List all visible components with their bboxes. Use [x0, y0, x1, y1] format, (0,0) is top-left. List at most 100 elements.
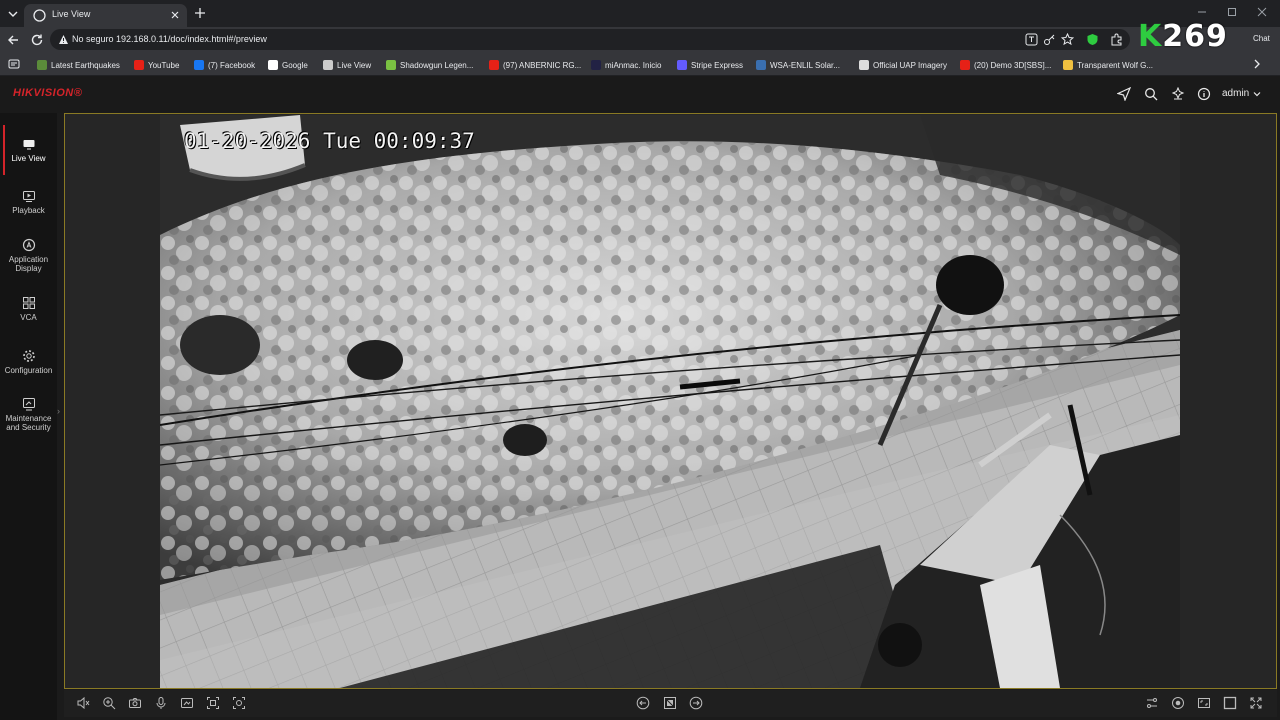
bookmark-favicon-icon	[194, 60, 204, 70]
live-view-window[interactable]: 01-20-2026 Tue 00:09:37	[64, 113, 1277, 689]
nav-item-playback[interactable]: Playback	[0, 189, 57, 215]
microphone-icon[interactable]	[154, 696, 168, 710]
password-key-icon[interactable]	[1043, 33, 1056, 46]
bookmarks-bar: Latest Earthquakes YouTube (7) Facebook …	[0, 52, 1280, 76]
tab-title: Live View	[52, 9, 91, 19]
more-bookmarks-chevron-icon[interactable]	[1252, 58, 1262, 70]
side-navigation: Live View Playback Application Display V…	[0, 113, 57, 720]
close-tab-icon[interactable]	[169, 9, 181, 21]
bookmark-item[interactable]: Official UAP Imagery	[859, 58, 947, 72]
security-label: No seguro	[72, 34, 114, 44]
nav-label: Live View	[11, 154, 46, 163]
hikvision-logo: HIKVISION®	[13, 87, 83, 99]
nav-label: Application Display	[8, 255, 49, 273]
new-tab-icon[interactable]	[193, 6, 207, 20]
bookmark-item[interactable]: WSA-ENLIL Solar...	[756, 58, 840, 72]
record-video-icon[interactable]	[180, 696, 194, 710]
tab-favicon-icon	[33, 9, 46, 22]
search-icon[interactable]	[1144, 87, 1158, 101]
bookmark-item[interactable]: (7) Facebook	[194, 58, 255, 72]
bookmark-item[interactable]: Latest Earthquakes	[37, 58, 120, 72]
browser-toolbar: No seguro 192.168.0.11/doc/index.html#/p…	[0, 27, 1280, 52]
stream-settings-icon[interactable]	[1145, 696, 1159, 710]
bookmark-item[interactable]: Live View	[323, 58, 371, 72]
next-arrow-icon[interactable]	[689, 696, 703, 710]
mute-speaker-icon[interactable]	[76, 696, 90, 710]
nav-label: Playback	[12, 206, 45, 215]
bookmark-item[interactable]: Google	[268, 58, 308, 72]
bookmark-favicon-icon	[323, 60, 333, 70]
bookmark-item[interactable]: Transparent Wolf G...	[1063, 58, 1153, 72]
regional-focus-icon[interactable]	[206, 696, 220, 710]
channel-watermark: K269	[1138, 19, 1228, 54]
bookmark-item[interactable]: miAnmac. Inicio	[591, 58, 661, 72]
back-arrow-icon[interactable]	[6, 33, 20, 47]
bookmark-item[interactable]: Shadowgun Legen...	[386, 58, 473, 72]
nav-item-vca[interactable]: VCA	[0, 296, 57, 322]
not-secure-warning-icon[interactable]	[58, 34, 69, 45]
capture-camera-icon[interactable]	[128, 696, 142, 710]
bookmark-favicon-icon	[677, 60, 687, 70]
restore-window-icon[interactable]	[1226, 6, 1238, 18]
chat-label[interactable]: Chat	[1253, 34, 1270, 43]
bookmark-favicon-icon	[268, 60, 278, 70]
nav-item-application-display[interactable]: Application Display	[0, 238, 57, 273]
close-window-icon[interactable]	[1256, 6, 1268, 18]
reload-icon[interactable]	[30, 33, 44, 47]
gear-icon	[22, 350, 35, 362]
bookmark-item[interactable]: Stripe Express	[677, 58, 743, 72]
play-icon	[22, 191, 35, 202]
stop-all-icon[interactable]	[663, 696, 677, 710]
adblock-shield-icon[interactable]	[1086, 33, 1099, 46]
username-label: admin	[1222, 88, 1250, 99]
nav-label: Maintenance and Security	[5, 414, 52, 432]
previous-arrow-icon[interactable]	[636, 696, 650, 710]
live-view-toolbar	[64, 690, 1277, 717]
bookmark-favicon-icon	[591, 60, 601, 70]
app-display-icon	[22, 238, 35, 252]
bookmark-favicon-icon	[489, 60, 499, 70]
user-menu[interactable]: admin	[1222, 88, 1261, 99]
browser-tab-live-view[interactable]: Live View	[24, 4, 187, 27]
bookmark-favicon-icon	[756, 60, 766, 70]
nav-label: VCA	[20, 313, 37, 322]
bookmark-favicon-icon	[1063, 60, 1073, 70]
camera-feed[interactable]: 01-20-2026 Tue 00:09:37	[160, 115, 1180, 688]
record-status-icon[interactable]	[1171, 696, 1185, 710]
wizard-icon[interactable]	[1171, 87, 1185, 101]
aspect-ratio-icon[interactable]	[1197, 696, 1211, 710]
collapse-sidebar-handle[interactable]: ›	[57, 406, 63, 420]
regional-exposure-icon[interactable]	[232, 696, 246, 710]
digital-zoom-icon[interactable]	[102, 696, 116, 710]
nav-item-live-view[interactable]: Live View	[0, 125, 57, 175]
nav-item-configuration[interactable]: Configuration	[0, 349, 57, 375]
minimize-window-icon[interactable]	[1196, 6, 1208, 18]
extensions-puzzle-icon[interactable]	[1110, 33, 1123, 46]
bookmark-item[interactable]: YouTube	[134, 58, 179, 72]
tab-search-icon[interactable]	[4, 5, 22, 23]
send-icon[interactable]	[1117, 87, 1131, 101]
camera-image	[160, 115, 1180, 688]
nav-label: Configuration	[4, 366, 53, 375]
window-layout-icon[interactable]	[1223, 696, 1237, 710]
monitor-icon	[23, 140, 34, 150]
info-icon[interactable]	[1197, 87, 1211, 101]
maintenance-icon	[22, 398, 35, 411]
translate-icon[interactable]	[1025, 33, 1038, 46]
app-header: HIKVISION® admin	[0, 76, 1280, 113]
apps-icon[interactable]	[8, 58, 20, 70]
url-text[interactable]: 192.168.0.11/doc/index.html#/preview	[116, 34, 267, 44]
vca-grid-icon	[22, 297, 35, 309]
nav-item-maintenance-and-security[interactable]: Maintenance and Security	[0, 397, 57, 432]
bookmark-favicon-icon	[37, 60, 47, 70]
address-bar[interactable]: No seguro 192.168.0.11/doc/index.html#/p…	[50, 29, 1130, 50]
bookmark-item[interactable]: (97) ANBERNIC RG...	[489, 58, 581, 72]
bookmark-favicon-icon	[386, 60, 396, 70]
fullscreen-icon[interactable]	[1249, 696, 1263, 710]
bookmark-item[interactable]: (20) Demo 3D[SBS]...	[960, 58, 1051, 72]
osd-timestamp: 01-20-2026 Tue 00:09:37	[184, 129, 475, 153]
bookmark-favicon-icon	[859, 60, 869, 70]
chevron-down-icon	[1253, 91, 1261, 96]
browser-tab-strip: Live View	[0, 0, 1280, 27]
bookmark-star-icon[interactable]	[1061, 33, 1074, 46]
